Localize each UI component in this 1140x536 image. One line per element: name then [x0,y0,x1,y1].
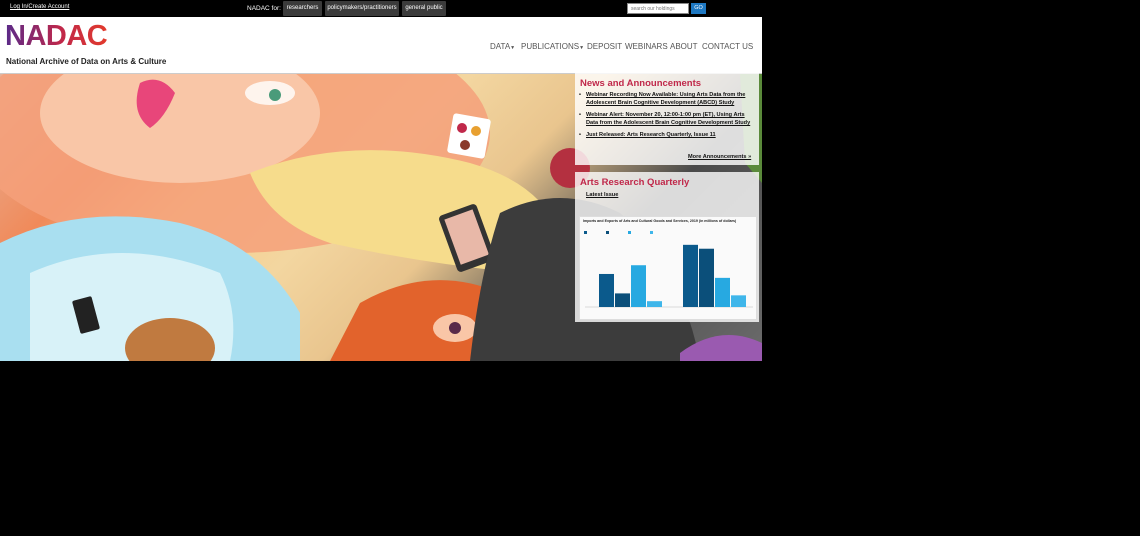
nav-publications-label: PUBLICATIONS [521,42,580,51]
nav-deposit[interactable]: DEPOSIT [587,42,622,51]
legend-swatch [628,231,631,234]
chart-bar [731,295,746,307]
browser-viewport: Log In/Create Account NADAC for: researc… [0,0,762,361]
nadac-for-label: NADAC for: [247,5,281,12]
legend-swatch [650,231,653,234]
top-bar: Log In/Create Account NADAC for: researc… [0,0,762,17]
chart-bar [647,301,662,307]
legend-swatch [584,231,587,234]
more-announcements-link[interactable]: More Announcements » [688,154,751,160]
caret-down-icon: ▼ [510,45,516,51]
nadac-logo[interactable]: NADAC [5,19,108,53]
chart-bar [699,248,714,307]
nav-about[interactable]: ABOUT [670,42,698,51]
arts-research-quarterly-panel: Arts Research Quarterly Latest Issue Imp… [575,172,759,322]
chart-bar [599,273,614,307]
chart-bar [683,244,698,307]
news-title: News and Announcements [580,78,702,89]
news-item[interactable]: Webinar Alert: November 20, 12:00-1:00 p… [579,111,756,127]
logo-subtitle: National Archive of Data on Arts & Cultu… [6,57,167,66]
chart-bar [631,265,646,307]
nav-publications[interactable]: PUBLICATIONS▼ [521,42,584,51]
chart-title: Imports and Exports of Arts and Cultural… [583,219,737,223]
news-panel: News and Announcements Webinar Recording… [575,73,759,165]
search-input[interactable]: search our holdings [627,3,689,14]
caret-down-icon: ▼ [579,45,585,51]
legend-swatch [606,231,609,234]
nav-webinars[interactable]: WEBINARS [625,42,668,51]
nav-contact-us[interactable]: CONTACT US [702,42,753,51]
latest-issue-link[interactable]: Latest Issue [586,192,618,198]
arq-chart[interactable]: Imports and Exports of Arts and Cultural… [579,216,757,320]
nav-data[interactable]: DATA▼ [490,42,515,51]
news-item[interactable]: Just Released: Arts Research Quarterly, … [579,131,756,139]
news-list: Webinar Recording Now Available: Using A… [575,91,760,143]
chart-plot [584,231,753,308]
nav-data-label: DATA [490,42,511,51]
search-go-button[interactable]: GO [691,3,706,14]
audience-general-public-button[interactable]: general public [402,1,446,16]
arq-title: Arts Research Quarterly [580,177,690,188]
news-item[interactable]: Webinar Recording Now Available: Using A… [579,91,756,107]
chart-bar [715,277,730,307]
audience-policymakers-button[interactable]: policymakers/practitioners [325,1,399,16]
audience-researchers-button[interactable]: researchers [283,1,322,16]
chart-bar [615,293,630,307]
site-header: NADAC National Archive of Data on Arts &… [0,17,762,74]
login-link[interactable]: Log In/Create Account [10,4,69,10]
